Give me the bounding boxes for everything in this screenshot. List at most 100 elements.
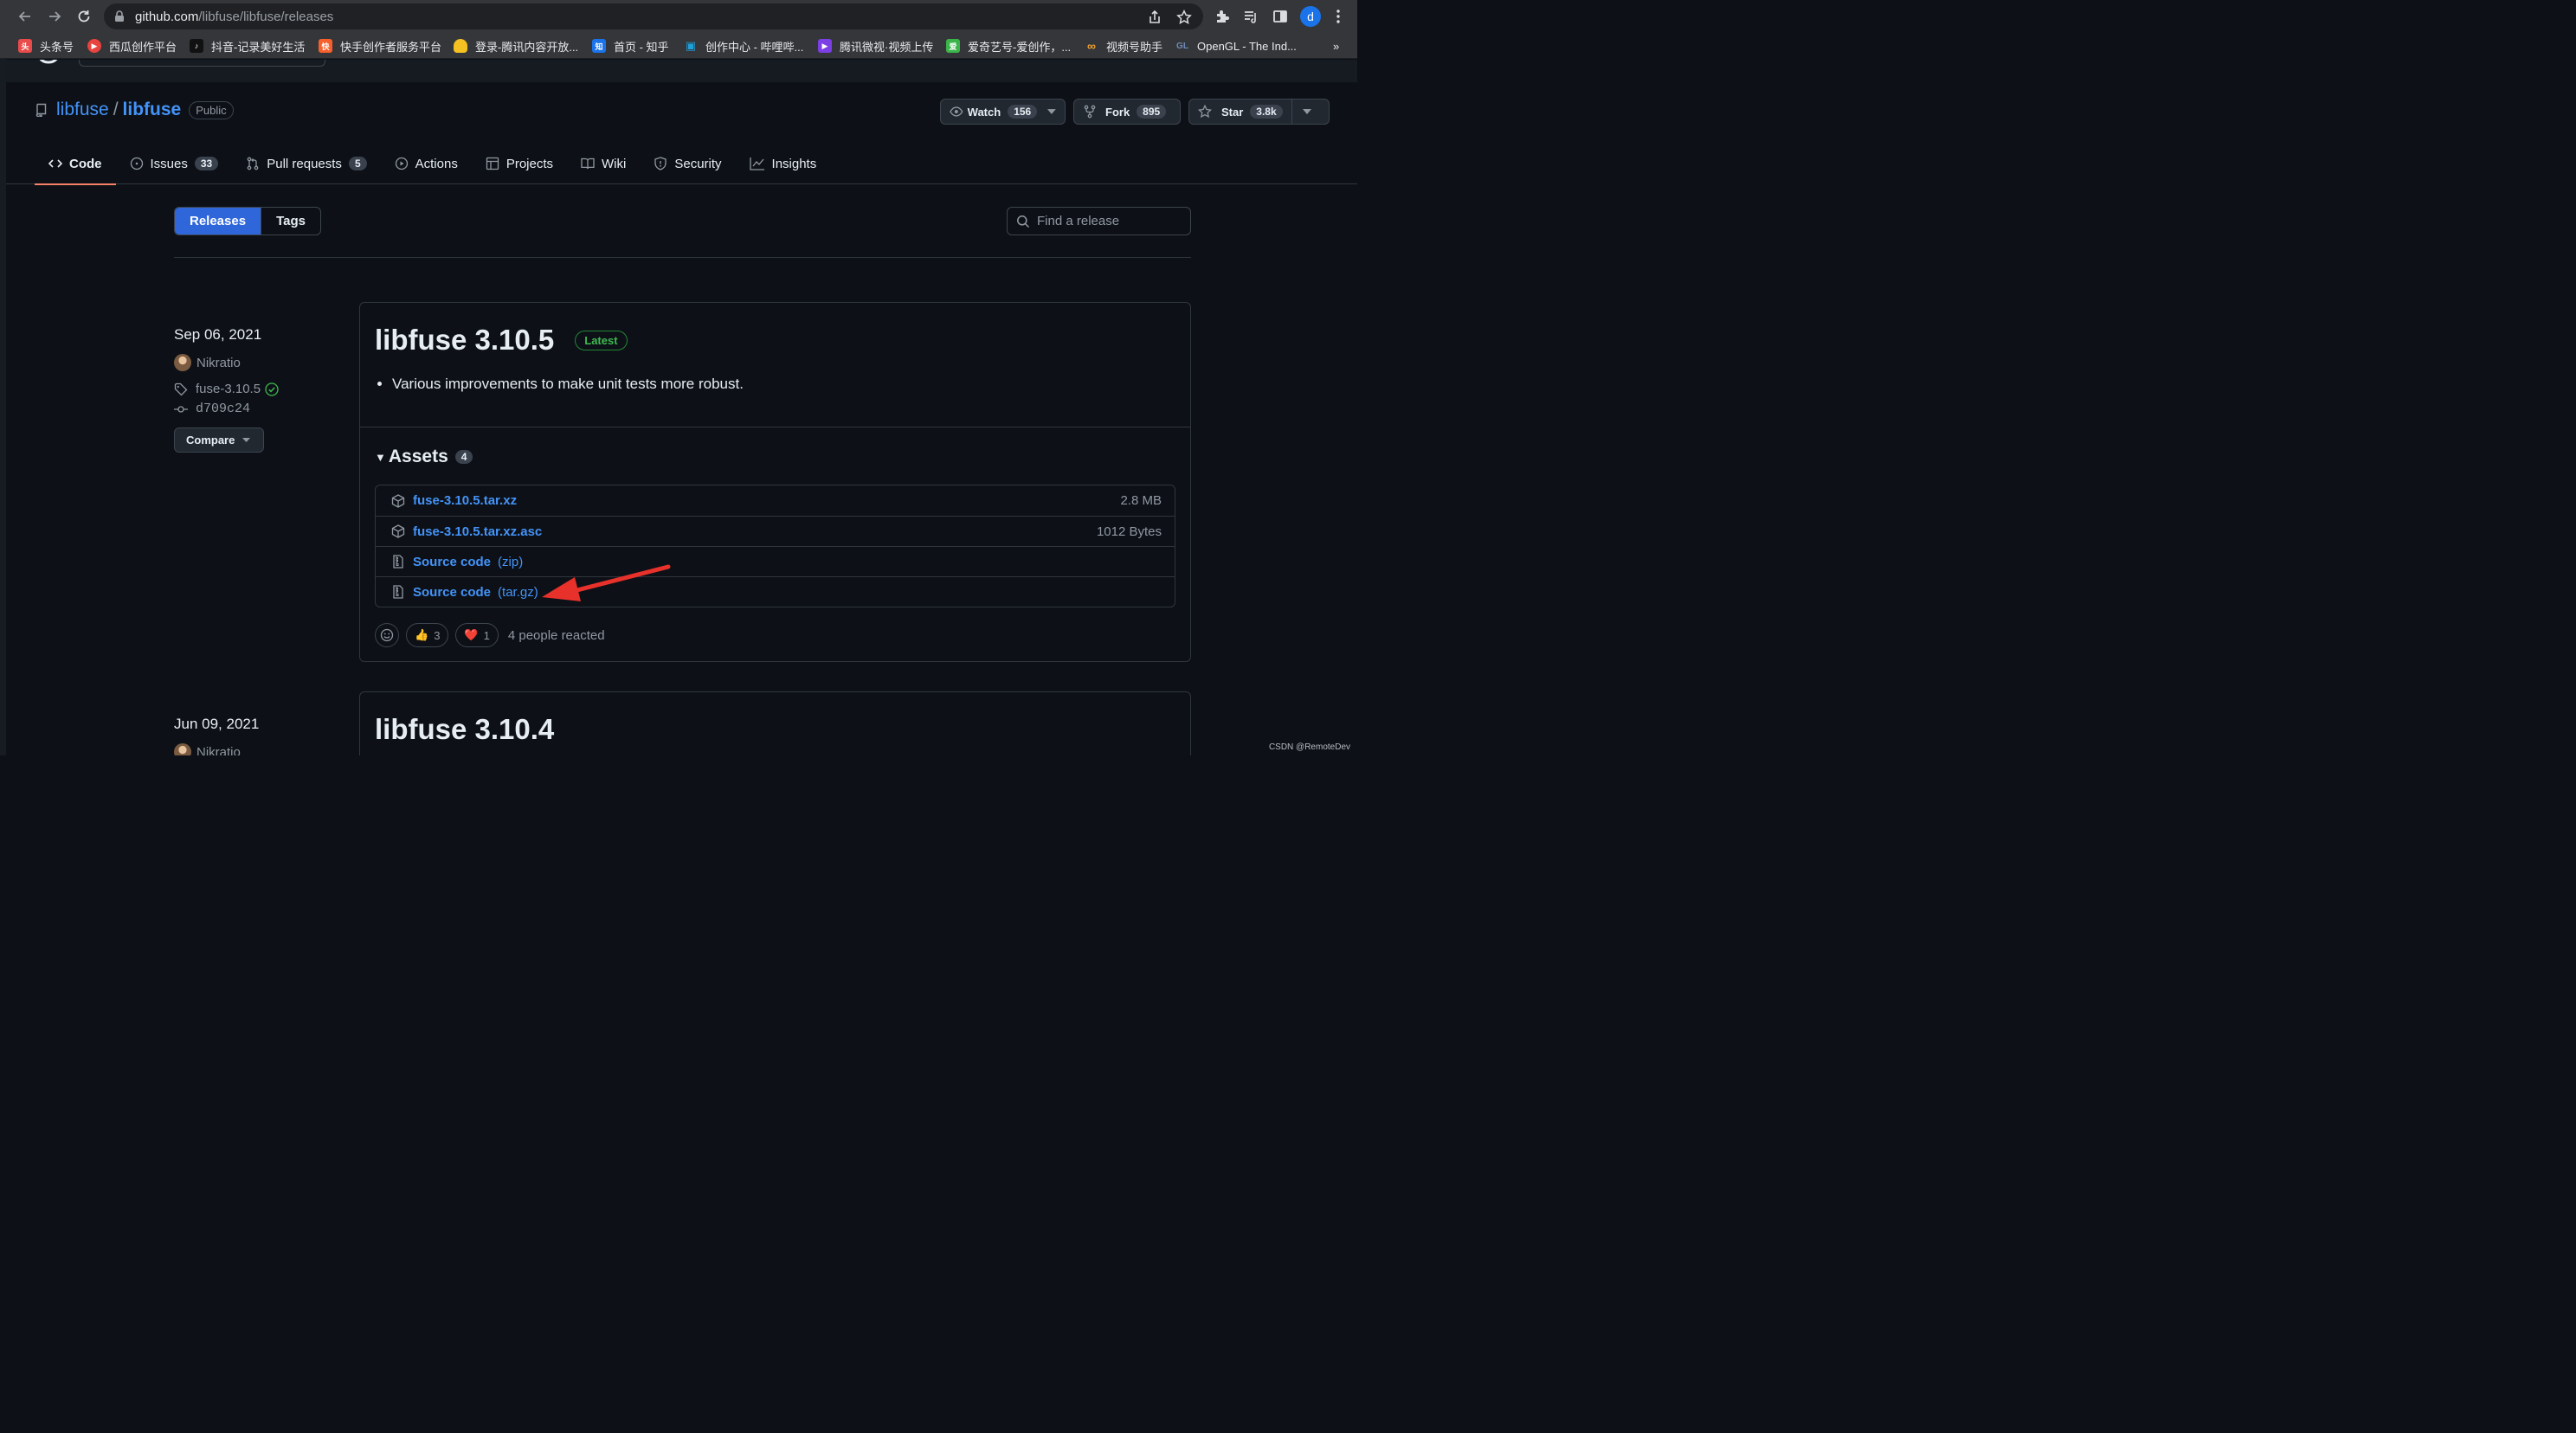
find-release-input[interactable] xyxy=(1037,214,1184,228)
side-panel-icon[interactable] xyxy=(1272,8,1289,25)
share-icon[interactable] xyxy=(1147,10,1162,25)
tab-issues[interactable]: Issues 33 xyxy=(116,143,233,184)
release-tag[interactable]: fuse-3.10.5 xyxy=(174,382,279,396)
star-list-caret-icon[interactable] xyxy=(1302,109,1311,114)
source-zip-link[interactable]: Source code xyxy=(413,555,491,569)
bookmark-favicon-icon: ▶ xyxy=(818,39,832,53)
asset-row: fuse-3.10.5.tar.xz.asc 1012 Bytes xyxy=(376,516,1175,546)
release-date: Sep 06, 2021 xyxy=(174,326,262,343)
caret-down-icon[interactable] xyxy=(1047,109,1056,114)
bookmark-item[interactable]: GL OpenGL - The Ind... xyxy=(1175,37,1297,55)
release-note-item: Various improvements to make unit tests … xyxy=(392,376,1175,393)
release-title-link[interactable]: libfuse 3.10.5 xyxy=(375,324,554,357)
star-button-group: Star 3.8k xyxy=(1188,99,1330,125)
file-zip-icon xyxy=(393,585,403,599)
bookmark-item[interactable]: 头头条号 xyxy=(18,37,74,55)
forward-button[interactable] xyxy=(44,6,65,27)
tab-security[interactable]: Security xyxy=(640,143,735,184)
divider xyxy=(174,257,1191,258)
visibility-badge: Public xyxy=(189,100,234,119)
star-icon xyxy=(1198,105,1212,119)
back-button[interactable] xyxy=(15,6,35,27)
tab-actions[interactable]: Actions xyxy=(381,143,472,184)
lock-icon[interactable] xyxy=(114,10,125,22)
repo-owner-link[interactable]: libfuse xyxy=(56,100,109,120)
shield-icon xyxy=(654,157,667,170)
issue-icon xyxy=(130,157,143,170)
more-bookmarks-button[interactable]: » xyxy=(1333,37,1339,55)
thumbs-up-icon: 👍 xyxy=(415,628,429,641)
issues-count: 33 xyxy=(194,157,219,170)
latest-badge: Latest xyxy=(575,330,628,350)
assets-toggle[interactable]: ▼ Assets 4 xyxy=(375,447,473,467)
extensions-icon[interactable] xyxy=(1214,8,1231,25)
bookmark-favicon-icon: ∞ xyxy=(1087,39,1096,53)
github-logo-icon[interactable] xyxy=(35,60,61,67)
fork-button[interactable]: Fork 895 xyxy=(1073,99,1181,125)
tab-projects[interactable]: Projects xyxy=(472,143,567,184)
bookmark-favicon-icon: ▣ xyxy=(685,39,697,52)
release-meta: Jun 09, 2021 Nikratio xyxy=(174,716,259,755)
forward-arrow-icon xyxy=(49,11,61,22)
commit-icon xyxy=(174,405,188,413)
repo-name-link[interactable]: libfuse xyxy=(123,100,182,120)
source-targz-link[interactable]: Source code xyxy=(413,585,491,600)
author-avatar xyxy=(174,743,191,755)
asset-download-link[interactable]: fuse-3.10.5.tar.xz.asc xyxy=(413,524,542,539)
search-box[interactable] xyxy=(79,60,325,67)
smiley-icon xyxy=(380,628,394,642)
reactions-bar: 👍 3 ❤️ 1 4 people reacted xyxy=(375,623,605,647)
asset-download-link[interactable]: fuse-3.10.5.tar.xz xyxy=(413,493,517,508)
compare-button[interactable]: Compare xyxy=(174,427,264,453)
releases-tab-button[interactable]: Releases xyxy=(175,208,261,235)
package-icon xyxy=(391,493,405,508)
release-date: Jun 09, 2021 xyxy=(174,716,260,732)
fork-count: 895 xyxy=(1137,105,1167,119)
bookmark-item[interactable]: ∞ 视频号助手 xyxy=(1085,37,1162,55)
star-button[interactable]: Star 3.8k xyxy=(1189,100,1292,124)
watch-button[interactable]: Watch 156 xyxy=(940,99,1066,125)
bookmark-item[interactable]: ● 登录-腾讯内容开放... xyxy=(454,37,578,55)
watch-count: 156 xyxy=(1008,105,1038,119)
bookmark-item[interactable]: ♪ 抖音-记录美好生活 xyxy=(190,37,305,55)
release-author[interactable]: Nikratio xyxy=(174,354,279,371)
bookmark-item[interactable]: 快快手创作者服务平台 xyxy=(319,37,441,55)
search-icon xyxy=(1017,215,1030,228)
release-card: libfuse 3.10.4 xyxy=(359,691,1191,755)
tab-insights[interactable]: Insights xyxy=(736,143,831,184)
asset-row: Source code (tar.gz) xyxy=(376,576,1175,607)
graph-icon xyxy=(749,157,764,170)
bookmark-item[interactable]: ▶ 腾讯微视·视频上传 xyxy=(818,37,933,55)
bookmark-favicon-icon: 头 xyxy=(18,39,32,53)
address-bar[interactable]: github.com/libfuse/libfuse/releases xyxy=(104,3,1203,29)
tab-wiki[interactable]: Wiki xyxy=(567,143,640,184)
bookmark-item[interactable]: ▣ 创作中心 - 哔哩哔... xyxy=(684,37,804,55)
bookmark-favicon-icon: 爱 xyxy=(946,39,960,53)
add-reaction-button[interactable] xyxy=(375,623,399,647)
tags-tab-button[interactable]: Tags xyxy=(261,208,320,235)
bookmark-favicon-icon: ♪ xyxy=(190,39,203,53)
release-title-link[interactable]: libfuse 3.10.4 xyxy=(375,713,554,746)
bookmark-star-icon[interactable] xyxy=(1176,10,1192,25)
reaction-summary: 4 people reacted xyxy=(507,627,605,643)
thumbs-up-reaction[interactable]: 👍 3 xyxy=(406,623,449,647)
package-icon xyxy=(391,524,405,538)
release-commit[interactable]: d709c24 xyxy=(174,402,279,416)
bookmark-favicon-icon: ● xyxy=(454,39,467,53)
more-menu-icon[interactable] xyxy=(1330,8,1347,25)
tab-code[interactable]: Code xyxy=(35,143,116,185)
bookmark-item[interactable]: ▶ 西瓜创作平台 xyxy=(87,37,177,55)
author-avatar xyxy=(174,354,191,371)
pull-requests-count: 5 xyxy=(348,157,367,170)
profile-avatar[interactable]: d xyxy=(1300,6,1321,27)
release-author[interactable]: Nikratio xyxy=(174,743,259,755)
repo-title: libfuse / libfuse Public xyxy=(35,100,234,120)
bookmark-favicon-icon: GL xyxy=(1176,41,1188,51)
bookmark-item[interactable]: 知首页 - 知乎 xyxy=(592,37,669,55)
tab-pull-requests[interactable]: Pull requests 5 xyxy=(232,143,380,184)
media-queue-icon[interactable] xyxy=(1242,8,1259,25)
reload-button[interactable] xyxy=(74,6,94,27)
bookmark-item[interactable]: 爱爱奇艺号-爱创作，... xyxy=(946,37,1071,55)
reload-icon xyxy=(78,10,90,22)
heart-reaction[interactable]: ❤️ 1 xyxy=(455,623,499,647)
